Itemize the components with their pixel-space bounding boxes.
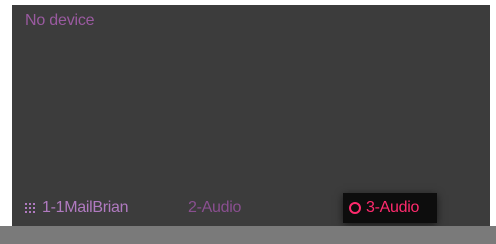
no-device-label: No device <box>25 12 95 29</box>
track-strip: 1-1MailBrian 2-Audio 3-Audio <box>12 193 490 228</box>
track-label: 1-1MailBrian <box>42 199 129 216</box>
track-tab-2-audio[interactable]: 2-Audio <box>188 193 278 223</box>
track-tab-3-audio-selected[interactable]: 3-Audio <box>343 193 437 223</box>
record-circle-icon <box>349 202 361 214</box>
track-label: 3-Audio <box>366 199 420 216</box>
device-panel[interactable]: No device 1-1MailBrian 2-Audio 3-Audio <box>12 5 490 228</box>
bottom-bar <box>0 226 496 244</box>
track-label: 2-Audio <box>188 199 242 216</box>
grid-icon <box>25 202 36 214</box>
track-tab-1-1mailbrian[interactable]: 1-1MailBrian <box>25 193 149 223</box>
device-view-window: No device 1-1MailBrian 2-Audio 3-Audio <box>0 0 496 244</box>
